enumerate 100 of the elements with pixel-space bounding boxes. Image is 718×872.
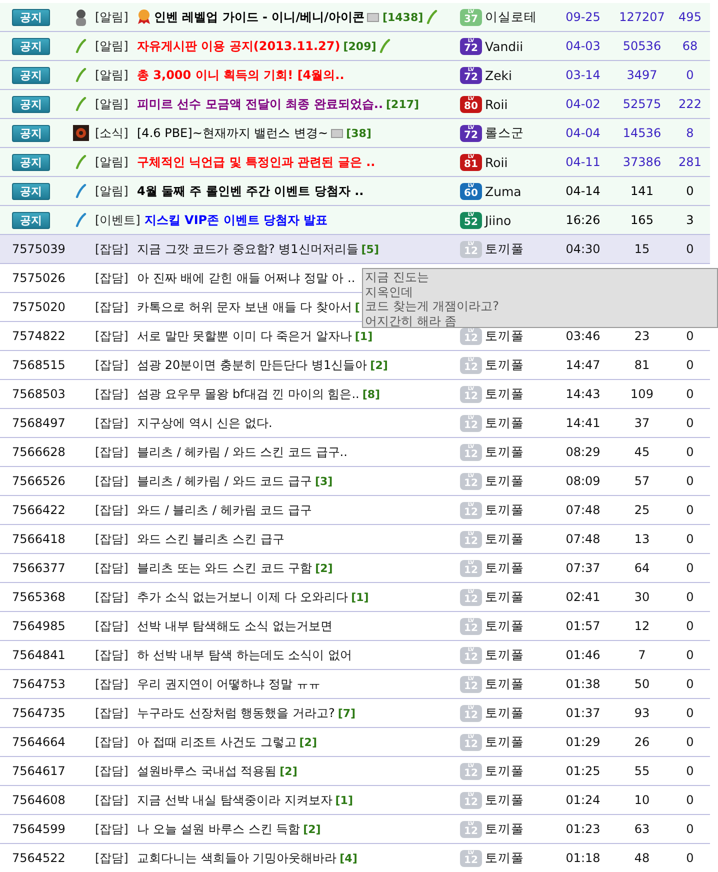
comment-count: [1] <box>354 330 373 342</box>
category-label: [잡담] <box>95 792 130 808</box>
view-count: 3497 <box>626 68 658 82</box>
category-label: [알림] <box>95 8 130 26</box>
view-count: 23 <box>633 329 651 343</box>
category-label: [잡담] <box>95 414 130 432</box>
post-date: 04-11 <box>564 155 602 169</box>
post-number: 7564985 <box>12 619 66 633</box>
recommend-count: 0 <box>685 532 695 546</box>
recommend-count: 0 <box>685 648 695 662</box>
post-date: 08:29 <box>564 445 602 459</box>
recommend-count: 0 <box>685 561 695 575</box>
category-label: [잡담] <box>95 646 130 664</box>
category-label: [잡담] <box>95 850 130 866</box>
post-number: 7564664 <box>12 735 66 749</box>
post-date: 01:38 <box>564 677 602 691</box>
post-number: 7564599 <box>12 822 66 836</box>
category-label: [잡담] <box>95 444 130 460</box>
post-date: 01:25 <box>564 764 602 778</box>
post-date: 07:48 <box>564 503 602 517</box>
notice-badge: 공지 <box>12 124 50 142</box>
comment-count: [2] <box>299 736 317 748</box>
view-count: 127207 <box>618 10 666 24</box>
recommend-count: 0 <box>685 503 695 517</box>
comment-count: [2] <box>303 822 321 836</box>
view-count: 37 <box>633 416 651 430</box>
category-label: [알림] <box>95 38 130 54</box>
recommend-count: 68 <box>681 39 699 53</box>
view-count: 37386 <box>622 155 662 169</box>
comment-count: [3] <box>314 474 333 488</box>
post-date: 04-14 <box>564 184 602 198</box>
post-date: 09-25 <box>564 10 602 24</box>
notice-badge: 공지 <box>12 212 50 228</box>
post-number: 7565368 <box>12 590 66 604</box>
post-number: 7564753 <box>12 677 66 691</box>
post-number: 7564522 <box>12 851 66 865</box>
recommend-count: 0 <box>685 474 695 488</box>
view-count: 55 <box>633 764 651 778</box>
view-count: 109 <box>630 387 654 401</box>
category-label: [알림] <box>95 96 130 112</box>
view-count: 64 <box>633 561 651 575</box>
view-count: 93 <box>633 706 651 720</box>
comment-count: [1438] <box>382 10 424 24</box>
notice-badge: 공지 <box>12 154 50 170</box>
post-number: 7575020 <box>12 300 66 314</box>
comment-count: [7] <box>338 706 356 720</box>
recommend-count: 0 <box>685 329 695 343</box>
recommend-count: 0 <box>685 822 695 836</box>
post-date: 08:09 <box>564 474 602 488</box>
view-count: 48 <box>633 851 651 865</box>
post-number: 7575039 <box>12 242 66 256</box>
post-date: 01:23 <box>564 822 602 836</box>
view-count: 50 <box>633 677 651 691</box>
category-label: [소식] <box>95 124 130 142</box>
view-count: 141 <box>630 184 654 198</box>
category-label: [잡담] <box>95 618 130 634</box>
post-number: 7568515 <box>12 358 66 372</box>
category-label: [잡담] <box>95 356 130 374</box>
notice-badge: 공지 <box>12 8 50 26</box>
category-label: [잡담] <box>95 240 130 258</box>
comment-count: [4] <box>340 852 358 864</box>
view-count: 13 <box>633 532 651 546</box>
comment-count: [5] <box>361 242 379 256</box>
recommend-count: 0 <box>685 764 695 778</box>
post-date: 02:41 <box>564 590 602 604</box>
post-date: 03-14 <box>564 68 602 82</box>
recommend-count: 0 <box>685 184 695 198</box>
post-date: 04-03 <box>564 39 602 53</box>
recommend-count: 0 <box>685 387 695 401</box>
tooltip-line: 코드 찾는게 개잼이라고? <box>365 299 500 314</box>
view-count: 63 <box>633 822 651 836</box>
post-date: 03:46 <box>564 329 602 343</box>
tooltip-line: 지금 진도는 <box>365 270 430 284</box>
post-date: 01:24 <box>564 793 602 807</box>
category-label: [잡담] <box>95 820 130 838</box>
post-date: 14:43 <box>564 387 602 401</box>
category-label: [잡담] <box>95 472 130 490</box>
category-label: [알림] <box>95 154 130 170</box>
view-count: 81 <box>633 358 651 372</box>
category-label: [잡담] <box>95 588 130 606</box>
comment-count: [2] <box>370 358 388 372</box>
recommend-count: 0 <box>685 358 695 372</box>
post-date: 04:30 <box>564 242 602 256</box>
category-label: [잡담] <box>95 530 130 548</box>
view-count: 14536 <box>622 126 662 140</box>
view-count: 25 <box>633 503 651 517</box>
comment-count: [38] <box>346 126 372 140</box>
post-date: 04-04 <box>564 126 602 140</box>
post-number: 7566377 <box>12 561 66 575</box>
post-date: 01:37 <box>564 706 602 720</box>
comment-count: [217] <box>386 98 420 110</box>
post-date: 07:37 <box>564 561 602 575</box>
post-date: 01:18 <box>564 851 602 865</box>
category-label: [잡담] <box>95 502 130 518</box>
view-count: 165 <box>630 213 654 227</box>
recommend-count: 222 <box>678 97 702 111</box>
recommend-count: 0 <box>685 706 695 720</box>
recommend-count: 0 <box>685 851 695 865</box>
notice-badge: 공지 <box>12 182 50 200</box>
recommend-count: 0 <box>685 619 695 633</box>
